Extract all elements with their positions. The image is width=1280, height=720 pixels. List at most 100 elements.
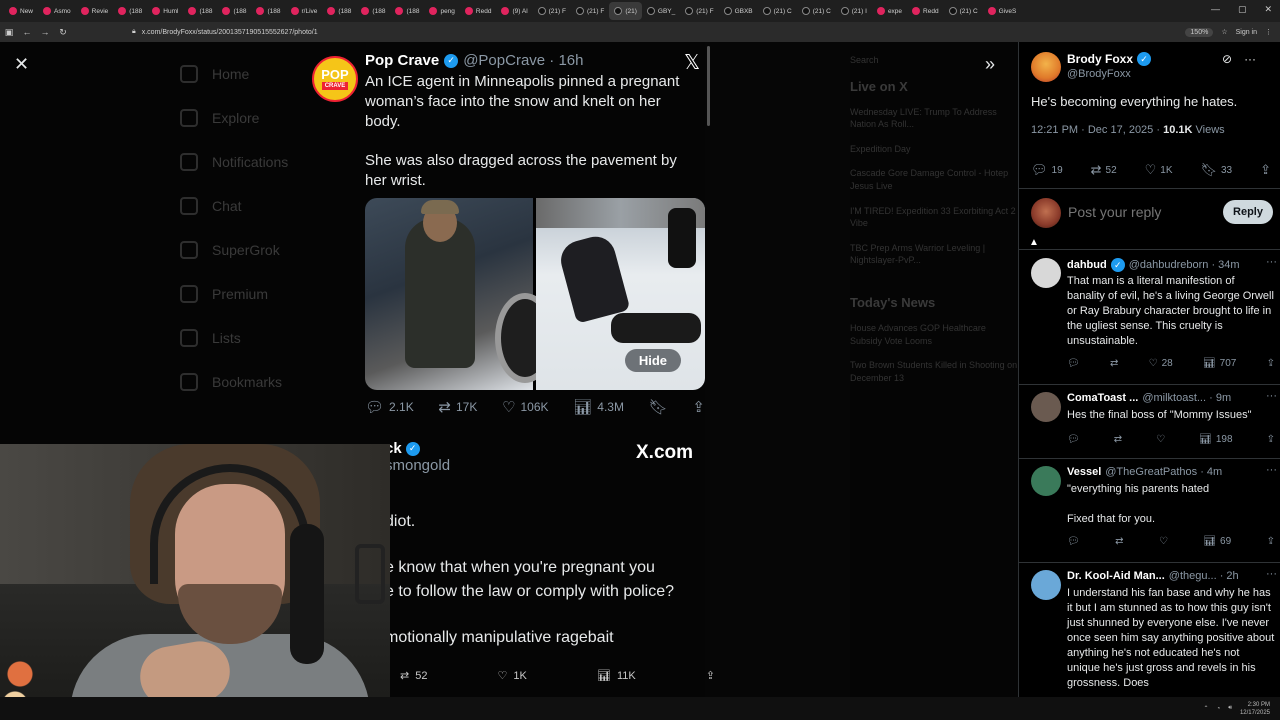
like-action[interactable]: ♡ (1156, 434, 1165, 445)
bookmark-action[interactable]: 🔖︎ (649, 398, 668, 416)
tweet-media[interactable]: Hide (365, 198, 705, 390)
reply-avatar[interactable] (1031, 392, 1061, 422)
browser-tab[interactable]: GBXB (719, 2, 758, 20)
tray-chevron-icon[interactable]: ⌃ (1204, 705, 1209, 712)
reply-author-handle[interactable]: @thegu... · 2h (1169, 570, 1239, 582)
repost-action[interactable]: ⇄ (1115, 536, 1123, 547)
reply-action[interactable]: 💬︎ (1067, 536, 1080, 547)
browser-tab[interactable]: (188 (251, 2, 285, 20)
more-icon[interactable]: ··· (1266, 464, 1277, 476)
repost-action[interactable]: ⇄ 52 (1091, 162, 1117, 178)
reply-author-name[interactable]: dahbud (1067, 259, 1107, 271)
reply-author-name[interactable]: ComaToast ... (1067, 392, 1138, 404)
browser-tab[interactable]: (21) F (571, 2, 609, 20)
close-viewer-icon[interactable]: ✕ (14, 54, 29, 75)
browser-tab[interactable]: (21) C (758, 2, 797, 20)
share-action[interactable]: ⇪ (706, 669, 715, 682)
back-icon[interactable]: ← (18, 27, 36, 37)
star-icon[interactable]: ☆ (1221, 28, 1227, 36)
browser-tab[interactable]: (21) C (797, 2, 836, 20)
browser-tab[interactable]: GiveS (983, 2, 1022, 20)
reload-icon[interactable]: ↻ (54, 27, 72, 38)
share-action[interactable]: ⇪ (692, 398, 705, 416)
browser-tab[interactable]: r/Live (286, 2, 323, 20)
reply-author-handle[interactable]: @milktoast... · 9m (1142, 392, 1231, 404)
browser-tab[interactable]: Revie (76, 2, 114, 20)
browser-tab[interactable]: (21) I (836, 2, 872, 20)
browser-tab[interactable]: Huml (147, 2, 183, 20)
op-avatar[interactable] (1031, 52, 1061, 82)
like-action[interactable]: ♡ 28 (1149, 358, 1173, 369)
reply-avatar[interactable] (1031, 570, 1061, 600)
author-handle[interactable]: @PopCrave · 16h (463, 52, 583, 69)
hide-button[interactable]: Hide (624, 349, 681, 372)
browser-tab[interactable]: Redd (907, 2, 944, 20)
reply-action[interactable]: 💬︎ (1067, 358, 1080, 369)
network-icon[interactable]: ◔ (1217, 706, 1221, 712)
more-icon[interactable]: ··· (1244, 52, 1256, 66)
reply-action[interactable]: 💬︎ 19 (1031, 162, 1063, 178)
browser-tab[interactable]: (188 (356, 2, 390, 20)
more-icon[interactable]: ··· (1266, 568, 1277, 580)
reply-avatar[interactable] (1031, 466, 1061, 496)
like-action[interactable]: ♡ 1K (498, 669, 527, 683)
browser-tab[interactable]: (188 (390, 2, 424, 20)
reply-author-handle[interactable]: @dahbudreborn · 34m (1129, 259, 1240, 271)
reply-action[interactable]: 💬︎ (1067, 434, 1080, 445)
browser-tab[interactable]: (21) (609, 2, 642, 20)
browser-tab[interactable]: New (4, 2, 38, 20)
views-action[interactable]: 📊︎ 11K (597, 669, 636, 683)
like-action[interactable]: ♡ 106K (502, 398, 548, 416)
reply-button[interactable]: Reply (1223, 200, 1273, 224)
maximize-icon[interactable]: ▢ (1238, 4, 1247, 15)
repost-action[interactable]: ⇄ (1114, 434, 1122, 445)
photo-2[interactable]: Hide (536, 198, 705, 390)
volume-icon[interactable]: 🔊︎ (1228, 705, 1232, 712)
tweet-scrollbar[interactable] (707, 46, 710, 126)
photo-1[interactable] (365, 198, 555, 390)
share-action[interactable]: ⇪ (1267, 536, 1275, 547)
browser-tab[interactable]: (188 (322, 2, 356, 20)
browser-tab[interactable]: (188 (183, 2, 217, 20)
repost-action[interactable]: ⇄ (1110, 358, 1118, 369)
like-action[interactable]: ♡ 1K (1145, 162, 1173, 178)
share-action[interactable]: ⇪ (1267, 434, 1275, 445)
reply-author-name[interactable]: Vessel (1067, 466, 1101, 478)
browser-tab[interactable]: peng (424, 2, 459, 20)
more-icon[interactable]: ··· (1266, 390, 1277, 402)
browser-tab[interactable]: Redd (460, 2, 497, 20)
sidebar-icon[interactable]: ▣ (0, 27, 18, 38)
like-action[interactable]: ♡ (1159, 536, 1168, 547)
share-action[interactable]: ⇪ (1267, 358, 1275, 369)
reply-avatar[interactable] (1031, 258, 1061, 288)
views-action[interactable]: 📊︎ 69 (1203, 536, 1231, 547)
browser-tab[interactable]: (21) C (944, 2, 983, 20)
reply-input[interactable] (1068, 204, 1198, 220)
browser-tab[interactable]: Asmo (38, 2, 76, 20)
repost-action[interactable]: ⇄ 52 (400, 669, 427, 683)
views-action[interactable]: 📊︎ 4.3M (573, 398, 624, 416)
op-handle[interactable]: @BrodyFoxx (1067, 68, 1131, 80)
browser-tab[interactable]: (9) Al (496, 2, 532, 20)
op-name[interactable]: Brody Foxx (1067, 52, 1133, 66)
reply-author-handle[interactable]: @TheGreatPathos · 4m (1105, 466, 1222, 478)
menu-icon[interactable]: ⋮ (1265, 28, 1272, 36)
op-time[interactable]: 12:21 PM · Dec 17, 2025 · (1031, 124, 1160, 136)
browser-tab[interactable]: (188 (113, 2, 147, 20)
taskbar-clock[interactable]: 2:30 PM 12/17/2025 (1240, 701, 1270, 717)
sign-in-button[interactable]: Sign in (1236, 29, 1257, 36)
views-action[interactable]: 📊︎ 198 (1199, 434, 1232, 445)
author-name[interactable]: Pop Crave (365, 52, 439, 69)
share-action[interactable]: ⇪ (1260, 162, 1271, 178)
expand-panel-icon[interactable]: » (985, 54, 995, 75)
views-action[interactable]: 📊︎ 707 (1203, 358, 1236, 369)
close-window-icon[interactable]: ✕ (1264, 4, 1272, 15)
browser-tab[interactable]: (21) F (533, 2, 571, 20)
more-icon[interactable]: ··· (1266, 256, 1277, 268)
popcrave-avatar[interactable]: POP CRAVE (312, 56, 358, 102)
reply-action[interactable]: 💬︎ 2.1K (365, 398, 414, 416)
browser-tab[interactable]: (21) F (680, 2, 718, 20)
bookmark-action[interactable]: 🔖︎ 33 (1200, 162, 1232, 178)
forward-icon[interactable]: → (36, 27, 54, 37)
zoom-badge[interactable]: 150% (1185, 27, 1214, 37)
